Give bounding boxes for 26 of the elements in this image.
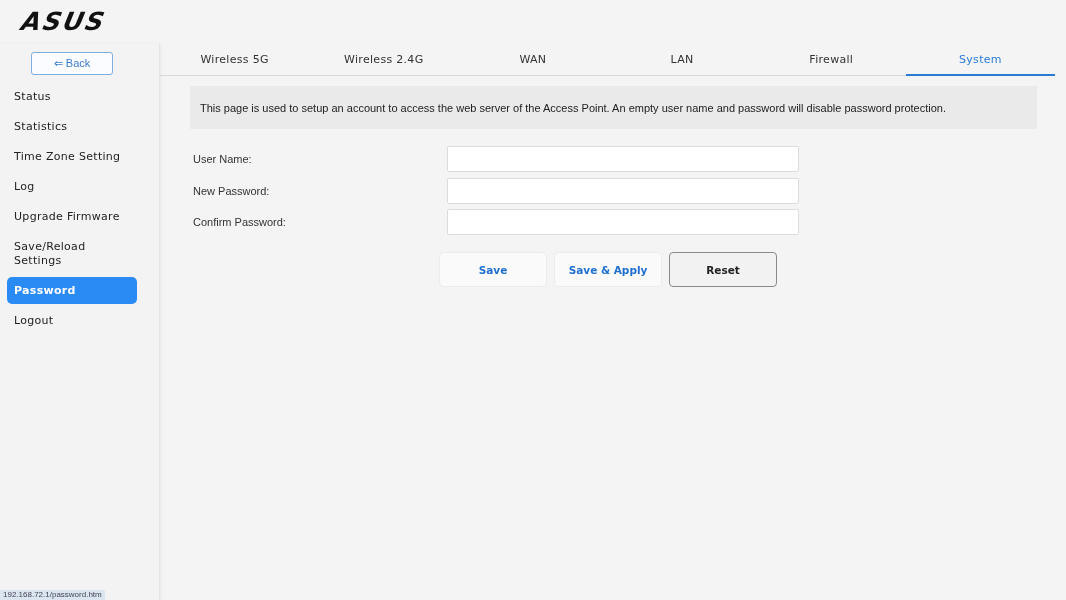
field-label: Confirm Password: [192,216,287,228]
input-field[interactable] [447,146,799,172]
tab[interactable]: System [905,44,1056,76]
tab[interactable]: Firewall [756,44,906,76]
status-url-text: 192.168.72.1/password.htm [0,590,105,600]
sidebar-item[interactable]: Save/Reload Settings [7,233,137,274]
input-field[interactable] [447,177,799,204]
sidebar-item[interactable]: Status [7,83,137,110]
info-banner: This page is used to setup an account to access the web server of the Access Point. An empty user name and password will disable password protection. [190,86,1037,129]
sidebar-item[interactable]: Statistics [7,113,137,140]
input-field[interactable] [447,209,799,235]
logo-text: ASUS [19,9,109,35]
back-button[interactable]: ⇐ Back [31,52,113,75]
sidebar-item[interactable]: Time Zone Setting [7,143,137,170]
primary-button[interactable]: Save & Apply [554,252,662,287]
tab[interactable]: Wireless 5G [160,44,310,76]
secondary-button[interactable]: Reset [669,252,777,287]
tab[interactable]: WAN [458,44,608,76]
sidebar-item[interactable]: Logout [7,307,137,334]
field-label: New Password: [192,184,271,197]
primary-button[interactable]: Save [439,252,547,287]
field-label: User Name: [192,153,253,165]
tab[interactable]: LAN [607,44,757,76]
sidebar-item[interactable]: Upgrade Firmware [7,203,137,230]
sidebar-item[interactable]: Log [7,173,137,200]
tab[interactable]: Wireless 2.4G [309,44,459,76]
